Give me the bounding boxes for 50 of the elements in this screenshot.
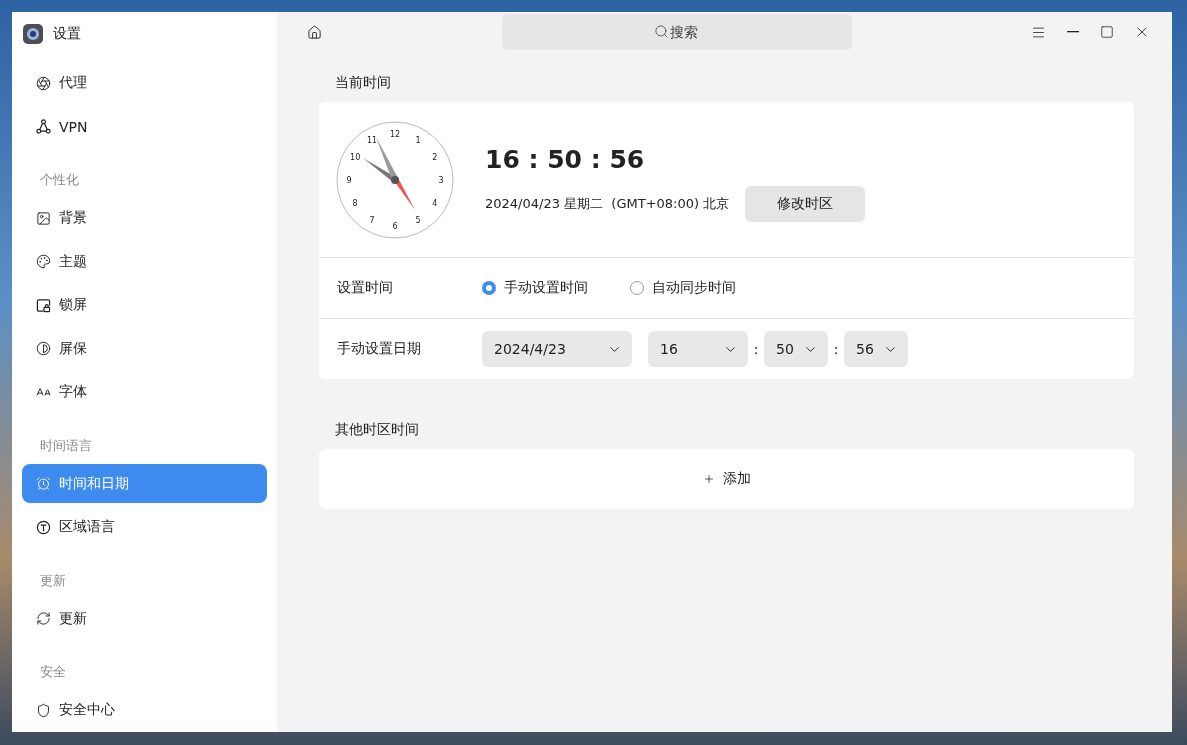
search-icon bbox=[653, 24, 669, 39]
time-separator: : bbox=[832, 341, 840, 357]
sidebar-item[interactable]: 更新 bbox=[22, 598, 267, 639]
sidebar-item[interactable]: 区域语言 bbox=[22, 507, 267, 547]
sidebar-heading: 个性化 bbox=[39, 171, 80, 190]
sidebar-item[interactable]: 字体 bbox=[22, 372, 267, 412]
refresh-icon bbox=[36, 611, 51, 627]
radio-option[interactable]: 自动同步时间 bbox=[630, 279, 736, 297]
maximize-icon bbox=[1100, 25, 1114, 39]
date-dropdown[interactable]: 2024/4/23 bbox=[482, 331, 632, 367]
sidebar-item[interactable]: VPN bbox=[22, 106, 267, 147]
section-heading: 其他时区时间 bbox=[334, 420, 420, 439]
section-heading: 当前时间 bbox=[334, 73, 392, 92]
gear-icon bbox=[23, 23, 43, 44]
sidebar-item[interactable]: 锁屏 bbox=[22, 285, 267, 325]
lock-screen-icon bbox=[36, 297, 51, 313]
date-timezone-text: 2024/04/23 星期二 (GMT+08:00) 北京 bbox=[485, 195, 730, 213]
sidebar-heading: 安全 bbox=[39, 663, 67, 682]
radio-option[interactable]: 手动设置时间 bbox=[482, 279, 588, 297]
shield-icon bbox=[36, 702, 51, 718]
sidebar-heading: 更新 bbox=[39, 571, 67, 590]
time-dropdown[interactable]: 56 bbox=[844, 331, 908, 367]
plus-icon bbox=[702, 473, 715, 485]
home-icon bbox=[307, 24, 322, 40]
image-icon bbox=[36, 210, 51, 226]
sidebar-item[interactable]: 屏保 bbox=[22, 328, 267, 369]
sidebar-heading: 时间语言 bbox=[39, 436, 93, 455]
window-title: 设置 bbox=[53, 24, 81, 43]
row-label: 设置时间 bbox=[337, 279, 394, 297]
current-time: 16 : 50 : 56 bbox=[485, 145, 646, 174]
time-dropdown[interactable]: 50 bbox=[764, 331, 828, 367]
time-dropdown[interactable]: 16 bbox=[648, 331, 748, 367]
network-icon bbox=[36, 119, 51, 135]
menu-icon bbox=[1031, 24, 1046, 40]
sidebar-item[interactable]: 代理 bbox=[22, 63, 267, 103]
aperture-icon bbox=[36, 75, 51, 91]
change-timezone-button[interactable]: 修改时区 bbox=[745, 186, 866, 222]
contrast-icon bbox=[36, 341, 51, 357]
row-label: 手动设置日期 bbox=[337, 340, 422, 358]
time-separator: : bbox=[752, 341, 760, 357]
analog-clock-drawing: 12 1 2 3 4 5 6 7 8 9 10 11 bbox=[335, 119, 455, 240]
circle-t-icon bbox=[36, 519, 51, 535]
alarm-clock-icon bbox=[36, 476, 51, 492]
search-field[interactable]: 搜索 bbox=[501, 14, 852, 50]
sidebar-item[interactable]: 主题 bbox=[22, 241, 267, 282]
sidebar-item[interactable]: 背景 bbox=[22, 198, 267, 238]
palette-icon bbox=[36, 254, 51, 270]
add-button[interactable]: 添加 bbox=[319, 449, 1134, 509]
minimize-icon bbox=[1067, 31, 1079, 33]
sidebar-item[interactable]: 安全中心 bbox=[22, 690, 267, 730]
